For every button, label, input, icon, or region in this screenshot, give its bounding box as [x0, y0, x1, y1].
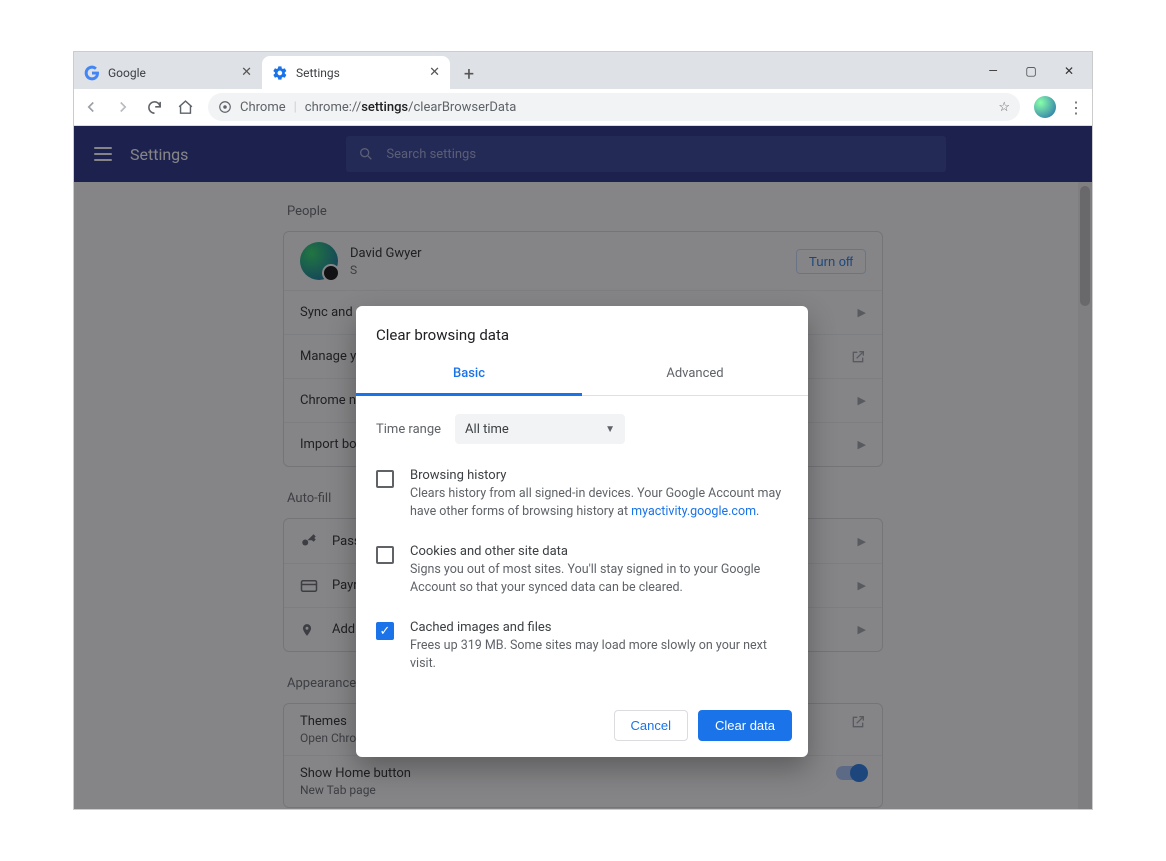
omnibox-separator: |: [294, 100, 297, 115]
option-browsing-history[interactable]: Browsing history Clears history from all…: [376, 462, 788, 538]
back-icon[interactable]: [82, 98, 100, 116]
minimize-button[interactable]: —: [976, 57, 1010, 85]
browser-window: Google ✕ Settings ✕ + — ▢ ✕ Chrome |: [74, 52, 1092, 809]
clear-data-button[interactable]: Clear data: [698, 710, 792, 741]
close-icon[interactable]: ✕: [241, 65, 252, 80]
tab-basic[interactable]: Basic: [356, 354, 582, 395]
opt-cache-title: Cached images and files: [410, 620, 788, 635]
opt-history-title: Browsing history: [410, 468, 788, 483]
opt-cookies-title: Cookies and other site data: [410, 544, 788, 559]
close-window-button[interactable]: ✕: [1052, 57, 1086, 85]
chevron-down-icon: ▼: [605, 424, 615, 435]
address-bar[interactable]: Chrome | chrome://settings/clearBrowserD…: [208, 93, 1020, 121]
content-area: Settings Search settings People David Gw…: [74, 126, 1092, 809]
google-favicon: [84, 65, 100, 81]
maximize-button[interactable]: ▢: [1014, 57, 1048, 85]
forward-icon[interactable]: [114, 98, 132, 116]
cancel-button[interactable]: Cancel: [614, 710, 688, 741]
tab-advanced[interactable]: Advanced: [582, 354, 808, 395]
time-range-label: Time range: [376, 422, 441, 437]
kebab-menu-icon[interactable]: ⋮: [1068, 98, 1084, 117]
new-tab-button[interactable]: +: [454, 59, 484, 89]
profile-avatar[interactable]: [1034, 96, 1056, 118]
checkbox-browsing-history[interactable]: [376, 470, 394, 488]
opt-cache-desc: Frees up 319 MB. Some sites may load mor…: [410, 637, 788, 672]
tab-google[interactable]: Google ✕: [74, 56, 262, 89]
option-cookies[interactable]: Cookies and other site data Signs you ou…: [376, 538, 788, 614]
omnibox-url: chrome://settings/clearBrowserData: [305, 100, 517, 115]
tab-settings-label: Settings: [296, 66, 340, 80]
checkbox-cookies[interactable]: [376, 546, 394, 564]
myactivity-link[interactable]: myactivity.google.com: [631, 504, 756, 519]
opt-history-desc: Clears history from all signed-in device…: [410, 485, 788, 520]
modal-title: Clear browsing data: [356, 306, 808, 354]
close-icon[interactable]: ✕: [429, 65, 440, 80]
home-icon[interactable]: [177, 99, 194, 116]
gear-favicon: [272, 65, 288, 81]
clear-browsing-data-modal: Clear browsing data Basic Advanced Time …: [356, 306, 808, 757]
omnibox-chrome-label: Chrome: [240, 100, 286, 115]
site-icon: [218, 100, 232, 114]
bookmark-star-icon[interactable]: ☆: [998, 100, 1010, 115]
option-cache[interactable]: ✓ Cached images and files Frees up 319 M…: [376, 614, 788, 690]
modal-tabs: Basic Advanced: [356, 354, 808, 395]
time-range-select[interactable]: All time ▼: [455, 414, 625, 444]
tab-settings[interactable]: Settings ✕: [262, 56, 450, 89]
opt-cookies-desc: Signs you out of most sites. You'll stay…: [410, 561, 788, 596]
tab-google-label: Google: [108, 66, 146, 80]
reload-icon[interactable]: [146, 99, 163, 116]
time-range-value: All time: [465, 422, 509, 437]
window-controls: — ▢ ✕: [976, 52, 1086, 89]
tab-strip: Google ✕ Settings ✕ + — ▢ ✕: [74, 52, 1092, 89]
checkbox-cache[interactable]: ✓: [376, 622, 394, 640]
tab-indicator: [356, 393, 582, 396]
url-toolbar: Chrome | chrome://settings/clearBrowserD…: [74, 89, 1092, 126]
